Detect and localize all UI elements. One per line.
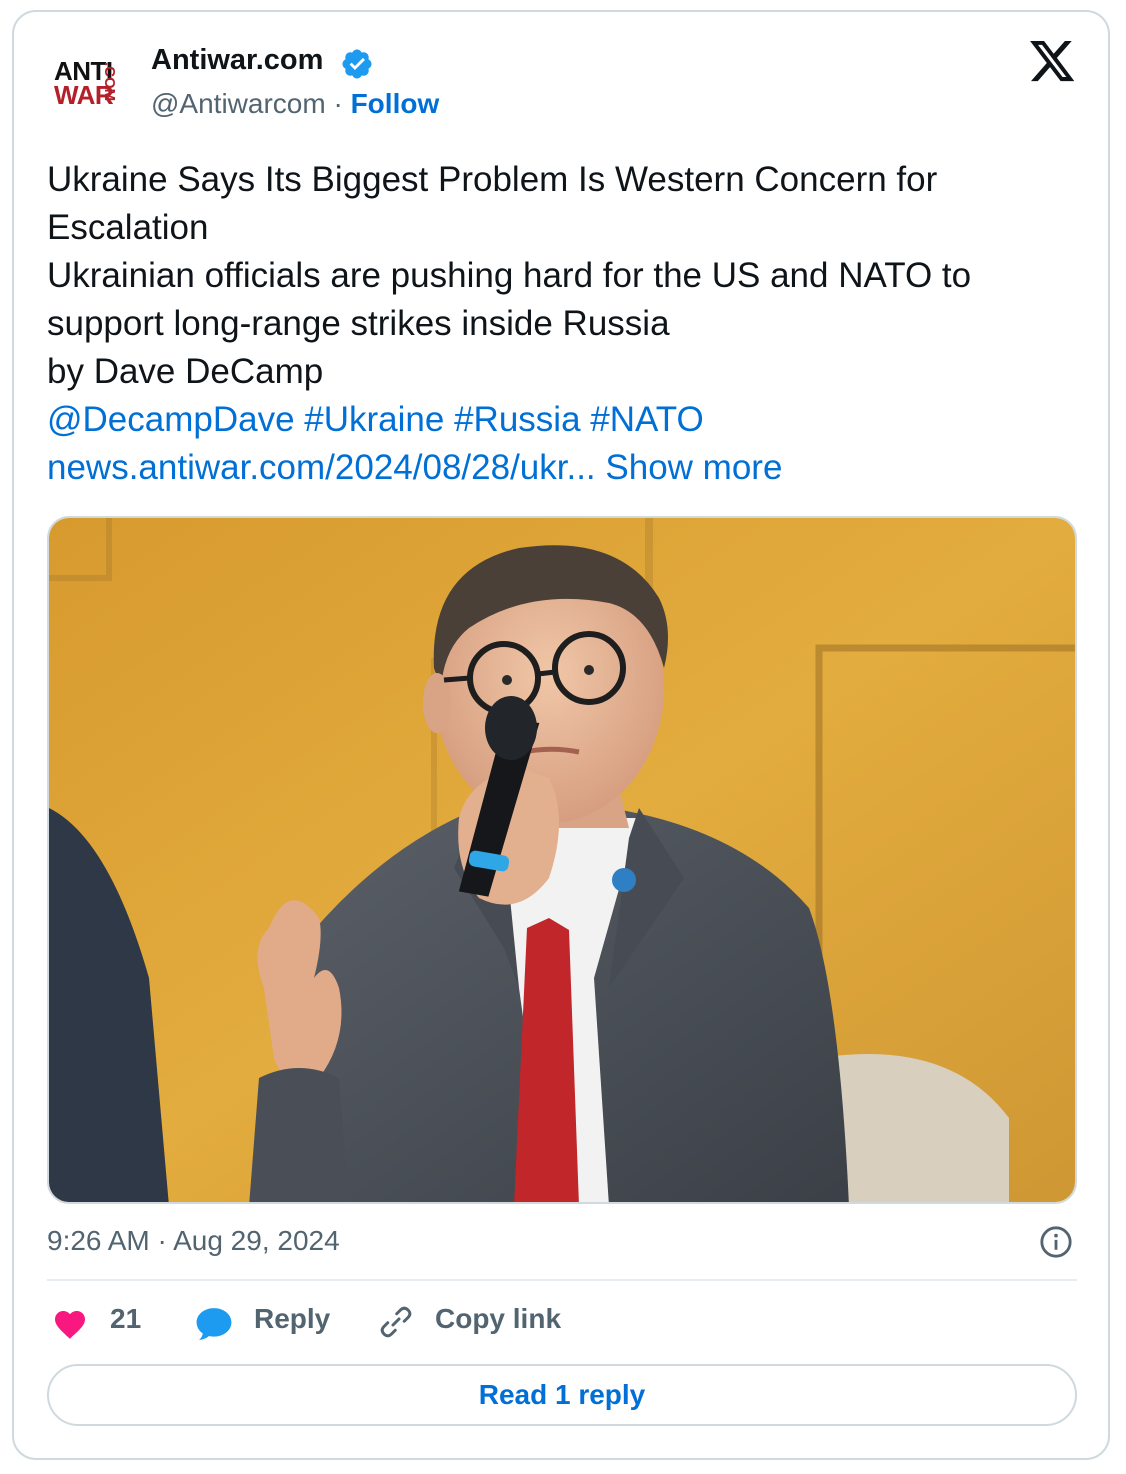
tweet-text: Ukraine Says Its Biggest Problem Is West… — [47, 156, 1087, 492]
separator: · — [325, 88, 351, 119]
x-logo-icon[interactable] — [1030, 41, 1076, 83]
speaker-photo-image — [49, 518, 1075, 1202]
display-name[interactable]: Antiwar.com — [151, 44, 323, 77]
read-replies-button[interactable]: Read 1 reply — [47, 1364, 1077, 1426]
copy-link-button[interactable]: Copy link — [435, 1303, 561, 1335]
tweet-line-1: Ukraine Says Its Biggest Problem Is West… — [47, 160, 938, 199]
divider — [47, 1279, 1077, 1281]
tweet-photo[interactable] — [47, 516, 1077, 1204]
svg-text:.COM: .COM — [103, 62, 118, 101]
mentions-hashtags[interactable]: @DecampDave #Ukraine #Russia #NATO — [47, 396, 1087, 444]
tweet-line-2: Escalation — [47, 208, 209, 247]
tweet-line-4: support long-range strikes inside Russia — [47, 304, 670, 343]
reply-button[interactable]: Reply — [254, 1303, 330, 1335]
article-link[interactable]: news.antiwar.com/2024/08/28/ukr... — [47, 448, 596, 487]
heart-icon[interactable] — [52, 1306, 88, 1340]
handle[interactable]: @Antiwarcom — [151, 88, 326, 119]
tweet-line-5: by Dave DeCamp — [47, 352, 324, 391]
reply-bubble-icon[interactable] — [193, 1305, 235, 1343]
antiwar-logo[interactable]: ANTI WAR .COM — [40, 42, 136, 112]
link-icon[interactable] — [378, 1304, 414, 1340]
like-count[interactable]: 21 — [110, 1303, 141, 1335]
handle-row: @Antiwarcom · Follow — [151, 88, 439, 120]
show-more-link[interactable]: Show more — [605, 448, 782, 487]
info-icon[interactable] — [1039, 1225, 1073, 1259]
tweet-timestamp[interactable]: 9:26 AM · Aug 29, 2024 — [47, 1225, 340, 1257]
follow-button[interactable]: Follow — [351, 88, 440, 119]
tweet-line-3: Ukrainian officials are pushing hard for… — [47, 256, 972, 295]
logo-text-dotcom: .COM — [103, 62, 118, 101]
verified-badge-icon — [342, 49, 372, 79]
